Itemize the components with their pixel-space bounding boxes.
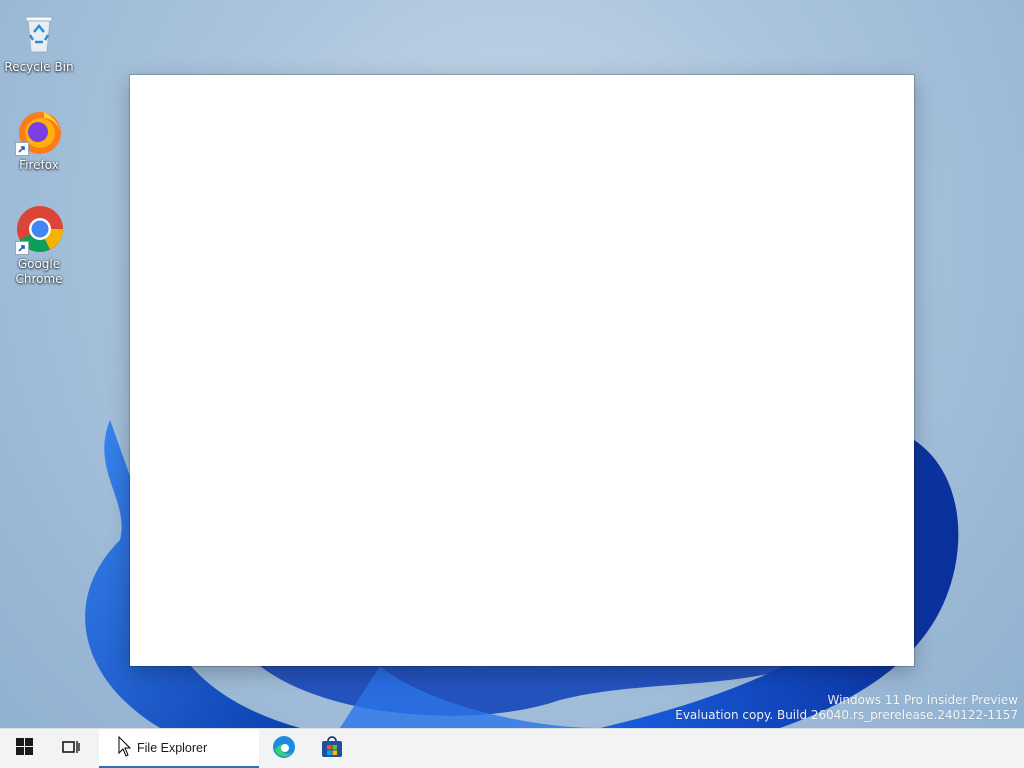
taskbar-edge[interactable] [264, 729, 304, 768]
evaluation-watermark: Windows 11 Pro Insider Preview Evaluatio… [675, 693, 1018, 723]
store-icon [320, 735, 344, 763]
desktop-icon-firefox[interactable]: Firefox [1, 106, 77, 173]
app-window[interactable] [130, 75, 914, 666]
task-view-button[interactable] [51, 729, 91, 768]
windows-logo-icon [15, 738, 33, 759]
desktop-icon-label: Google Chrome [15, 257, 63, 286]
taskbar: File Explorer [0, 728, 1024, 768]
recycle-bin-icon [14, 8, 64, 58]
desktop-icon-label: Recycle Bin [4, 60, 74, 74]
desktop-icon-google-chrome[interactable]: Google Chrome [1, 205, 77, 287]
firefox-icon [14, 106, 64, 156]
watermark-line-1: Windows 11 Pro Insider Preview [827, 693, 1018, 707]
chrome-icon [14, 205, 64, 255]
shortcut-arrow-icon [15, 241, 29, 255]
desktop-icon-recycle-bin[interactable]: Recycle Bin [1, 8, 77, 75]
desktop-icon-label: Firefox [19, 158, 59, 172]
task-view-icon [62, 739, 80, 759]
file-explorer-label: File Explorer [137, 740, 208, 755]
shortcut-arrow-icon [15, 142, 29, 156]
taskbar-store[interactable] [312, 729, 352, 768]
edge-icon [272, 735, 296, 763]
start-button[interactable] [4, 729, 44, 768]
desktop: Recycle Bin Firefox Google Chrome Window… [0, 0, 1024, 768]
watermark-line-2: Evaluation copy. Build 26040.rs_prerelea… [675, 708, 1018, 722]
mouse-cursor-icon [118, 736, 132, 757]
